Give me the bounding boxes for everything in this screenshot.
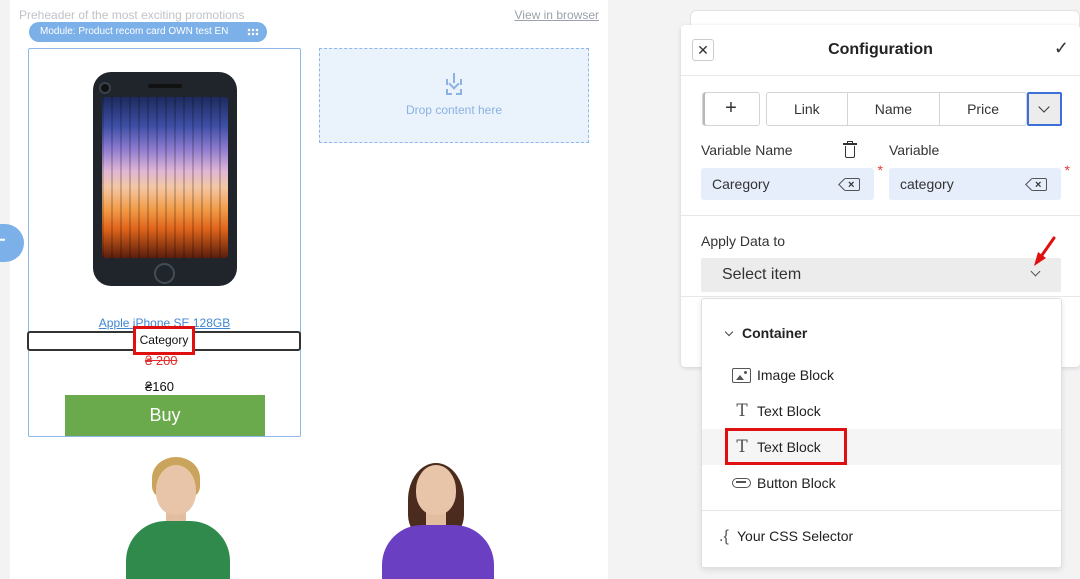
tabs-more-chevron-down-icon[interactable] [1027, 92, 1062, 126]
variable-name-value: Caregory [712, 176, 770, 192]
variable-tabs: Link Name Price [766, 92, 1027, 126]
apply-data-select[interactable]: Select item [701, 258, 1061, 292]
product-image-model-purple [378, 455, 498, 579]
variable-value: category [900, 176, 954, 192]
drop-download-icon [446, 73, 462, 95]
phone-screen-graphic [102, 97, 228, 258]
dropdown-item-text-block[interactable]: T Text Block [702, 393, 1061, 429]
variable-name-input[interactable]: Caregory × * [701, 163, 883, 200]
divider [681, 296, 1080, 297]
drop-zone-text: Drop content here [405, 103, 503, 117]
model-head [156, 465, 196, 515]
preheader-text: Preheader of the most exciting promotion… [19, 8, 245, 22]
css-selector-option[interactable]: .{ Your CSS Selector [719, 528, 853, 546]
dropdown-group-container[interactable]: Container [724, 325, 808, 341]
tab-name[interactable]: Name [848, 93, 941, 125]
annotation-highlight-box [725, 428, 847, 465]
apply-data-label: Apply Data to [701, 233, 786, 249]
old-price: ₴ 200 [145, 353, 178, 368]
clear-icon[interactable]: × [838, 178, 860, 191]
home-button-graphic [154, 263, 175, 284]
email-canvas: Preheader of the most exciting promotion… [10, 0, 608, 579]
model-head [416, 465, 456, 515]
buy-button[interactable]: Buy [65, 395, 265, 436]
dropdown-item-label: Image Block [757, 367, 835, 383]
config-title: Configuration [828, 41, 933, 58]
trash-can [845, 146, 855, 158]
variable-name-label: Variable Name [701, 142, 793, 158]
product-image [93, 72, 237, 286]
text-icon: T [736, 401, 748, 421]
speaker-graphic [148, 84, 182, 88]
apply-data-dropdown: Container Image Block T Text Block T Tex… [701, 298, 1062, 568]
chevron-down-icon [724, 327, 734, 337]
annotation-arrow-icon [1034, 236, 1056, 266]
button-icon [732, 478, 751, 488]
drop-zone[interactable]: Drop content here [319, 48, 589, 143]
model-jacket [382, 525, 494, 579]
css-selector-label: Your CSS Selector [737, 528, 854, 544]
check-icon[interactable]: ✓ [1054, 38, 1069, 59]
config-header: ✕ Configuration ✓ [681, 25, 1080, 76]
css-selector-icon: .{ [719, 528, 729, 545]
dropdown-item-label: Text Block [757, 403, 821, 419]
dropdown-item-image-block[interactable]: Image Block [702, 357, 1061, 393]
divider [702, 510, 1061, 511]
clear-icon[interactable]: × [1025, 178, 1047, 191]
module-chip-label: Module: Product recom card OWN test EN [40, 26, 229, 37]
required-asterisk: * [877, 162, 883, 178]
variable-input[interactable]: category × * [889, 163, 1070, 200]
required-asterisk: * [1064, 162, 1070, 178]
add-variable-button[interactable]: + [702, 92, 760, 126]
drag-grip-icon[interactable] [247, 28, 259, 36]
trash-icon[interactable] [843, 141, 857, 158]
tab-price[interactable]: Price [940, 93, 1026, 125]
product-card[interactable]: Apple iPhone SE 128GB Category ₴ 200 ₴16… [27, 48, 301, 437]
module-chip[interactable]: Module: Product recom card OWN test EN [29, 22, 267, 42]
select-placeholder: Select item [722, 266, 802, 283]
model-jacket [126, 521, 230, 579]
trash-lid [843, 143, 857, 145]
camera-graphic [99, 82, 111, 94]
clear-icon-x: × [1035, 179, 1042, 191]
image-icon [732, 368, 751, 383]
view-in-browser-link[interactable]: View in browser [515, 8, 599, 22]
divider [681, 215, 1080, 216]
category-text-highlighted[interactable]: Category [133, 326, 195, 355]
clear-icon-x: × [848, 179, 855, 191]
group-label: Container [742, 325, 808, 341]
tab-link[interactable]: Link [767, 93, 848, 125]
new-price: ₴160 [145, 379, 174, 394]
dropdown-item-button-block[interactable]: Button Block [702, 465, 1061, 501]
product-image-model-green [118, 455, 238, 579]
variable-label: Variable [889, 142, 940, 158]
dropdown-item-label: Button Block [757, 475, 836, 491]
